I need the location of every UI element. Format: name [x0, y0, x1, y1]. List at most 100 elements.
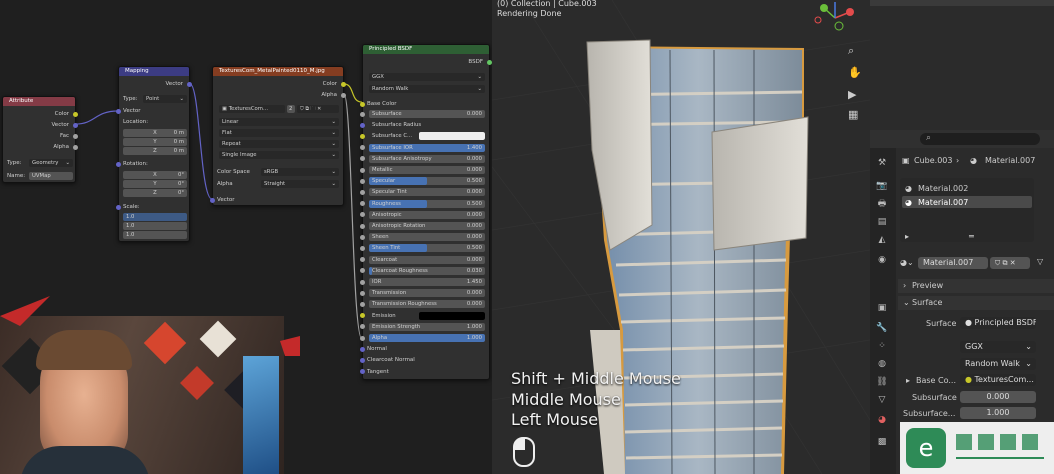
socket-input[interactable] [360, 122, 365, 128]
grid-view-icon[interactable]: ▦ [848, 108, 862, 122]
alpha-mode-dropdown[interactable]: Straight ⌄ [261, 180, 339, 188]
filter-icon[interactable]: ▽ [1037, 257, 1043, 266]
pan-hand-icon[interactable]: ✋ [848, 66, 862, 80]
mapping-node[interactable]: Mapping Vector Type: Point ⌄ Vector Locat… [116, 66, 192, 242]
socket-input[interactable] [360, 257, 365, 263]
object-icon[interactable]: ▣ [876, 302, 888, 314]
socket-alpha-out[interactable] [341, 93, 346, 98]
socket-scale[interactable] [116, 205, 121, 210]
socket-input[interactable] [360, 346, 365, 352]
modifier-icon[interactable]: 🔧 [876, 322, 888, 334]
bsdf-input-field[interactable]: Alpha 1.000 [369, 334, 485, 342]
rotation-z[interactable]: Z 0° [123, 189, 187, 197]
location-x[interactable]: X0 m [123, 129, 187, 137]
socket-input[interactable] [360, 145, 365, 151]
type-dropdown[interactable]: Point ⌄ [143, 95, 187, 103]
bsdf-input-field[interactable]: Sheen 0.000 [369, 233, 485, 242]
source-dropdown[interactable]: Single Image ⌄ [219, 151, 339, 159]
scale-y[interactable]: 1.0 [123, 222, 187, 230]
particles-icon[interactable]: ⁘ [876, 340, 888, 352]
socket-input[interactable] [360, 156, 365, 162]
breadcrumb-material[interactable]: Material.007 [985, 156, 1035, 165]
bsdf-input-field[interactable]: Transmission Roughness 0.000 [369, 300, 485, 309]
bsdf-input-field[interactable]: Subsurface Radius [369, 121, 485, 130]
type-dropdown[interactable]: Geometry ⌄ [29, 159, 73, 167]
zoom-icon[interactable]: ⌕ [848, 44, 862, 58]
output-icon[interactable]: 🖶 [876, 198, 888, 210]
image-selector[interactable]: ▣ TexturesCom... [219, 105, 285, 113]
name-field[interactable]: UVMap [29, 172, 73, 180]
material-browse-icon[interactable]: ◕⌄ [900, 258, 914, 267]
subsurface-method-dropdown[interactable]: Random Walk ⌄ [369, 85, 485, 93]
world-icon[interactable]: ◉ [876, 254, 888, 266]
bsdf-input-field[interactable]: Transmission 0.000 [369, 289, 485, 298]
tool-icon[interactable]: ⚒ [876, 157, 888, 169]
interpolation-dropdown[interactable]: Linear ⌄ [219, 118, 339, 126]
bsdf-input-field[interactable]: Metallic 0.000 [369, 166, 485, 174]
bsdf-input-field[interactable]: Sheen Tint 0.500 [369, 244, 485, 253]
material-name-field[interactable]: Material.007 [918, 257, 988, 269]
constraints-icon[interactable]: ⛓ [876, 376, 888, 388]
socket-input[interactable] [360, 133, 365, 139]
socket-input[interactable] [360, 335, 365, 341]
rotation-x[interactable]: X 0° [123, 171, 187, 179]
material-slot-1[interactable]: Material.002 [918, 184, 968, 193]
socket-input[interactable] [360, 279, 365, 285]
extension-dropdown[interactable]: Repeat ⌄ [219, 140, 339, 148]
bsdf-input-field[interactable]: Subsurface Anisotropy 0.000 [369, 154, 485, 163]
material-slot-2[interactable]: Material.007 [918, 198, 968, 207]
bsdf-input-field[interactable]: Anisotropic 0.000 [369, 210, 485, 219]
socket-input[interactable] [360, 212, 365, 218]
principled-bsdf-node[interactable]: Principled BSDF BSDF GGX ⌄ Random Walk ⌄ B… [360, 44, 492, 380]
bsdf-input-field[interactable]: Emission [369, 311, 485, 320]
bsdf-input-field[interactable]: Roughness 0.500 [369, 199, 485, 208]
bsdf-input-field[interactable]: Subsurface 0.000 [369, 110, 485, 118]
image-actions[interactable]: ⛉ ⧉ 🗀 ✕ [297, 105, 339, 113]
socket-input[interactable] [360, 245, 365, 251]
socket-input[interactable] [360, 324, 365, 330]
bsdf-input-field[interactable]: IOR 1.450 [369, 278, 485, 286]
bsdf-input-field[interactable]: Clearcoat Roughness 0.030 [369, 266, 485, 275]
socket-base-color[interactable] [360, 102, 365, 107]
projection-dropdown[interactable]: Flat ⌄ [219, 129, 339, 137]
socket-color[interactable] [73, 112, 78, 117]
socket-input[interactable] [360, 357, 365, 363]
data-icon[interactable]: ▽ [876, 394, 888, 406]
base-color-field[interactable]: ● TexturesCom... [960, 374, 1036, 386]
socket-vector-in[interactable] [116, 109, 121, 114]
image-texture-node[interactable]: TexturesCom_MetalPainted0110_M.jpg Color… [210, 66, 346, 206]
bsdf-input-field[interactable]: Anisotropic Rotation 0.000 [369, 222, 485, 230]
socket-input[interactable] [360, 201, 365, 207]
socket-input[interactable] [360, 290, 365, 296]
socket-input[interactable] [360, 178, 365, 184]
material-icon[interactable]: ◕ [876, 414, 888, 426]
camera-icon[interactable]: ▶ [848, 88, 862, 102]
distribution-dropdown[interactable]: GGX ⌄ [369, 73, 485, 81]
texture-icon[interactable]: ▩ [876, 436, 888, 448]
socket-input[interactable] [360, 268, 365, 274]
render-icon[interactable]: 📷 [876, 180, 888, 192]
color-space-dropdown[interactable]: sRGB ⌄ [261, 168, 339, 176]
socket-input[interactable] [360, 234, 365, 240]
bsdf-input-field[interactable]: Subsurface IOR 1.400 [369, 143, 485, 152]
scale-z[interactable]: 1.0 [123, 231, 187, 239]
scale-x[interactable]: 1.0 [123, 213, 187, 221]
socket-vector-out[interactable] [187, 82, 192, 87]
bsdf-input-field[interactable]: Specular 0.500 [369, 177, 485, 186]
subsurface-method-dropdown[interactable]: Random Walk ⌄ [960, 358, 1036, 370]
socket-input[interactable] [360, 313, 365, 319]
socket-vector-in[interactable] [210, 198, 215, 203]
subsurface-radius-field[interactable]: 1.000 [960, 407, 1036, 419]
location-y[interactable]: Y0 m [123, 138, 187, 146]
collapse-arrow-icon[interactable]: ▸ [905, 232, 909, 241]
socket-input[interactable] [360, 301, 365, 307]
surface-shader-field[interactable]: ● Principled BSDF [960, 317, 1036, 329]
socket-rotation[interactable] [116, 162, 121, 167]
color-swatch[interactable] [419, 132, 485, 141]
socket-input[interactable] [360, 369, 365, 375]
socket-vector[interactable] [73, 123, 78, 128]
distribution-dropdown[interactable]: GGX ⌄ [960, 341, 1036, 353]
scene-icon[interactable]: ◭ [876, 234, 888, 246]
bsdf-input-field[interactable]: Clearcoat 0.000 [369, 255, 485, 264]
socket-input[interactable] [360, 167, 365, 173]
